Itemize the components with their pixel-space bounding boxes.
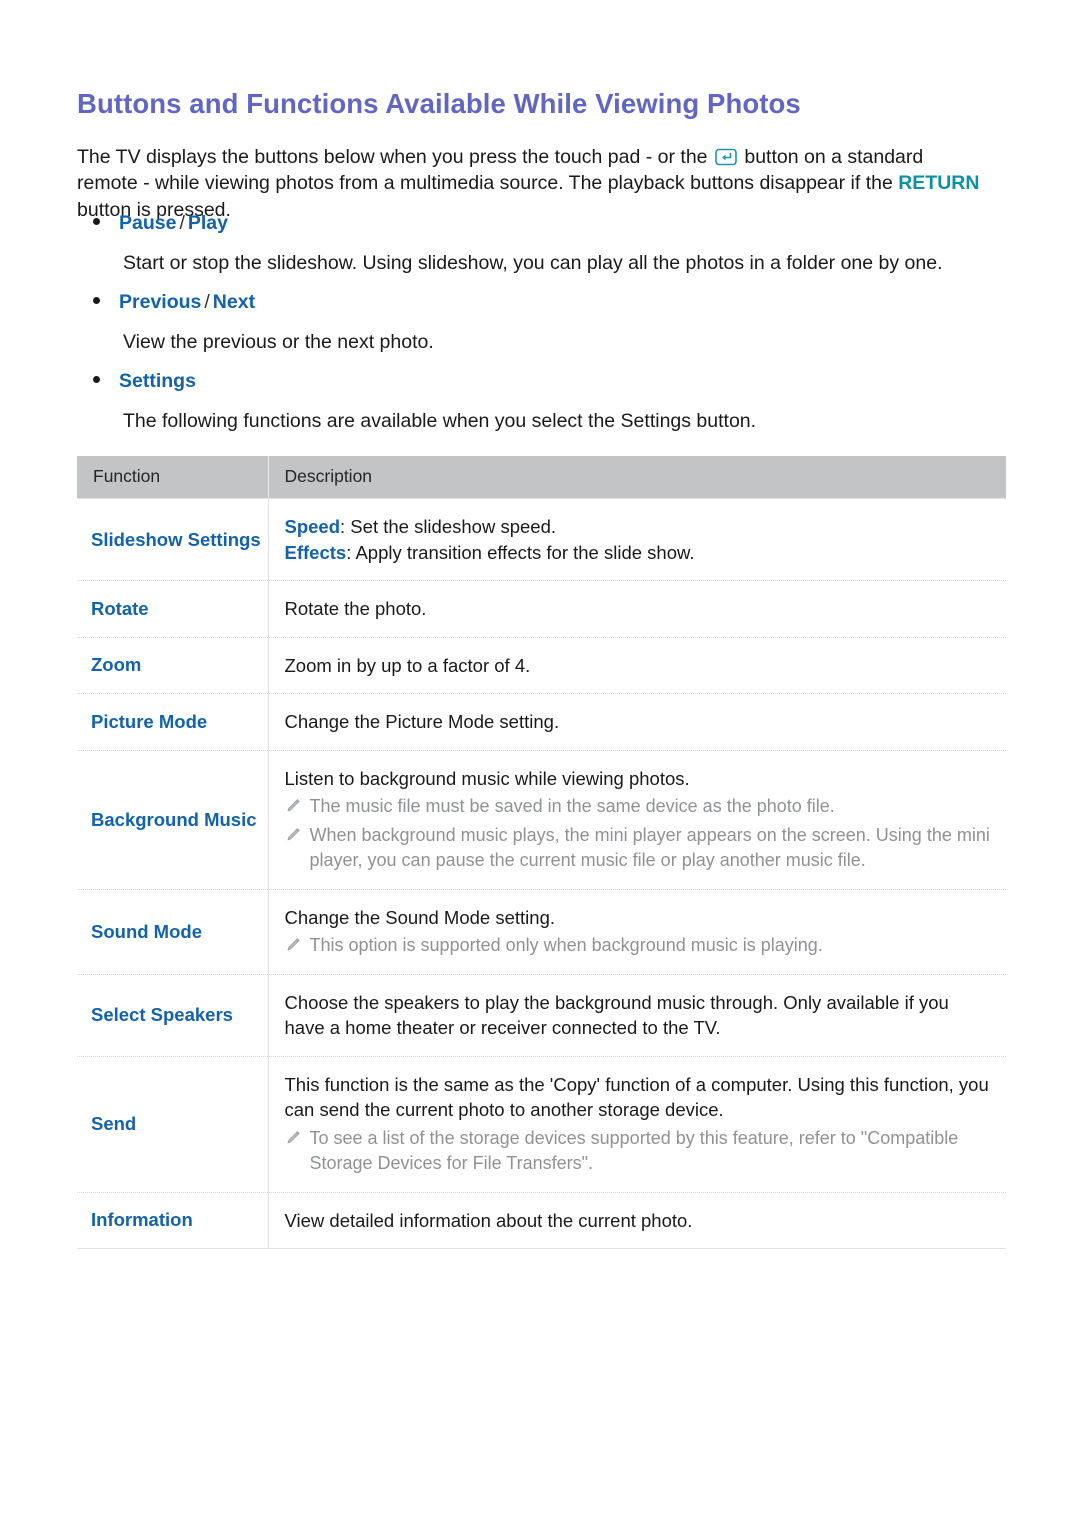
bullet-dot-icon [93,297,100,304]
description-line-text: Choose the speakers to play the backgrou… [284,991,949,1039]
description-line-text: This function is the same as the 'Copy' … [284,1073,989,1121]
description-cell: Rotate the photo. [268,580,1006,638]
bullet-label-play: Play [187,212,228,234]
table-row: Picture Mode Change the Picture Mode sett… [77,693,1006,751]
table-row: Background Music Listen to background mus… [77,750,1006,890]
description-cell: This function is the same as the 'Copy' … [268,1056,1006,1193]
settings-functions-table: Function Description Slideshow Settings S… [77,456,1006,1249]
description-cell: Change the Picture Mode setting. [268,693,1006,751]
description-line: Choose the speakers to play the backgrou… [285,990,991,1041]
function-name-cell: Zoom [77,637,269,694]
note-line: To see a list of the storage devices sup… [285,1126,991,1177]
return-keyword: RETURN [898,172,980,194]
page-title: Buttons and Functions Available While Vi… [77,88,801,120]
help-document-page: Buttons and Functions Available While Vi… [0,0,1080,1527]
bullet-separator: / [179,212,185,234]
bullet-description-pause-play: Start or stop the slideshow. Using slide… [123,252,943,274]
function-name-cell: Background Music [77,750,269,890]
description-cell: View detailed information about the curr… [268,1192,1006,1249]
function-name-cell: Picture Mode [77,693,269,751]
description-line: Change the Picture Mode setting. [285,709,991,735]
table-row: Information View detailed information abo… [77,1192,1006,1249]
description-line: Speed: Set the slideshow speed. [285,514,991,540]
description-text: Listen to background music while viewing… [285,766,991,792]
function-name-cell: Rotate [77,580,269,638]
bullet-description-settings: The following functions are available wh… [123,410,757,432]
description-text: Choose the speakers to play the backgrou… [285,990,991,1041]
description-cell: Speed: Set the slideshow speed. Effects: … [268,498,1006,581]
description-keyword: Effects [284,541,347,563]
table-header-row: Function Description [77,456,1006,499]
function-name-cell: Slideshow Settings [77,498,269,581]
bullet-label-pause: Pause [119,212,177,234]
function-name-cell: Sound Mode [77,889,269,975]
table-row: Select Speakers Choose the speakers to pl… [77,974,1006,1057]
function-name-cell: Send [77,1056,269,1193]
description-text: Change the Sound Mode setting. [285,905,991,931]
description-text: Zoom in by up to a factor of 4. [285,653,991,679]
note-text: The music file must be saved in the same… [309,796,835,816]
bullet-dot-icon [93,218,100,225]
description-line-text: Rotate the photo. [284,598,427,619]
note-text: To see a list of the storage devices sup… [309,1127,959,1174]
description-line-text: Zoom in by up to a factor of 4. [284,654,531,676]
description-line-text: Change the Picture Mode setting. [284,711,560,732]
description-text: Rotate the photo. [285,596,991,622]
bullet-separator: / [204,291,210,313]
bullet-label-previous: Previous [119,291,202,313]
description-keyword: Speed [284,516,341,537]
column-header-description: Description [268,456,1006,499]
table-row: Slideshow Settings Speed: Set the slidesh… [77,498,1006,581]
description-line-text: : Set the slideshow speed. [340,516,556,537]
note-text: This option is supported only when backg… [309,935,823,955]
bullet-label-next: Next [212,291,256,313]
description-line-text: View detailed information about the curr… [284,1209,693,1231]
bullet-item-settings: Settings [93,370,196,393]
description-cell: Listen to background music while viewing… [268,750,1006,890]
table-row: Zoom Zoom in by up to a factor of 4. [77,637,1006,694]
description-text: This function is the same as the 'Copy' … [285,1072,991,1123]
description-cell: Zoom in by up to a factor of 4. [268,637,1006,694]
column-header-function: Function [77,456,269,499]
bullet-description-previous-next: View the previous or the next photo. [123,331,434,353]
description-text: Speed: Set the slideshow speed. Effects: … [285,514,991,565]
table-row: Sound Mode Change the Sound Mode setting.… [77,889,1006,975]
description-line: View detailed information about the curr… [285,1208,991,1234]
note-line: This option is supported only when backg… [285,933,991,959]
function-name-cell: Select Speakers [77,974,269,1057]
description-line: Listen to background music while viewing… [285,766,991,792]
table-row: Send This function is the same as the 'Co… [77,1056,1006,1193]
description-text: Change the Picture Mode setting. [285,709,991,735]
description-line: This function is the same as the 'Copy' … [285,1072,991,1123]
description-text: View detailed information about the curr… [285,1208,991,1234]
description-line: Rotate the photo. [285,596,991,622]
description-line: Change the Sound Mode setting. [285,905,991,931]
intro-text-part1: The TV displays the buttons below when y… [77,145,713,168]
bullet-item-previous-next: Previous / Next [93,291,255,314]
table-body: Slideshow Settings Speed: Set the slidesh… [77,498,1006,1249]
note-text: When background music plays, the mini pl… [309,824,990,871]
description-cell: Choose the speakers to play the backgrou… [268,974,1006,1057]
bullet-item-pause-play: Pause / Play [93,212,228,235]
table-row: Rotate Rotate the photo. [77,580,1006,638]
description-line-text: Change the Sound Mode setting. [284,906,556,928]
description-line-text: : Apply transition effects for the slide… [346,541,695,563]
enter-button-icon [715,147,737,165]
bullet-dot-icon [93,376,100,383]
description-line-text: Listen to background music while viewing… [284,767,690,789]
description-cell: Change the Sound Mode setting. This optio… [268,889,1006,975]
description-line: Effects: Apply transition effects for th… [285,540,991,566]
note-line: When background music plays, the mini pl… [285,823,991,874]
bullet-label-settings: Settings [119,370,196,392]
description-line: Zoom in by up to a factor of 4. [285,653,991,679]
note-line: The music file must be saved in the same… [285,794,991,820]
function-name-cell: Information [77,1192,269,1249]
